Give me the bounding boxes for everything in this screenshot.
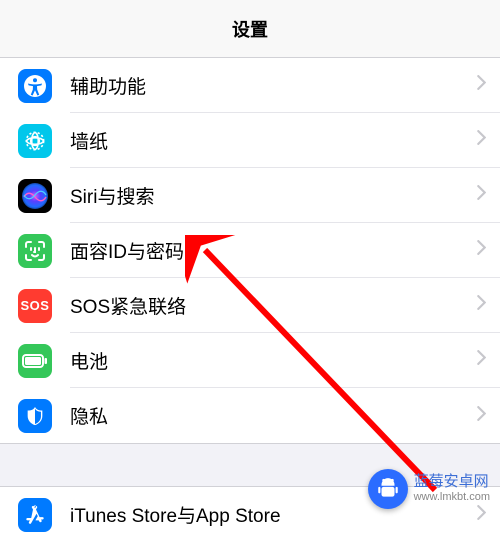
chevron-right-icon bbox=[477, 350, 486, 370]
watermark-url: www.lmkbt.com bbox=[414, 491, 490, 504]
row-label: 辅助功能 bbox=[70, 72, 477, 99]
wallpaper-icon bbox=[18, 124, 52, 158]
watermark-brand: 蓝莓安卓网 bbox=[414, 473, 490, 491]
row-label: 墙纸 bbox=[70, 127, 477, 154]
chevron-right-icon bbox=[477, 295, 486, 315]
row-accessibility[interactable]: 辅助功能 bbox=[0, 58, 500, 113]
row-privacy[interactable]: 隐私 bbox=[0, 388, 500, 443]
sos-icon: SOS bbox=[18, 289, 52, 323]
row-siri[interactable]: Siri与搜索 bbox=[0, 168, 500, 223]
page-title: 设置 bbox=[232, 16, 268, 42]
siri-icon bbox=[18, 179, 52, 213]
row-label: SOS紧急联络 bbox=[70, 292, 477, 319]
row-wallpaper[interactable]: 墙纸 bbox=[0, 113, 500, 168]
appstore-icon bbox=[18, 498, 52, 532]
watermark: 蓝莓安卓网 www.lmkbt.com bbox=[368, 469, 490, 509]
chevron-right-icon bbox=[477, 75, 486, 95]
watermark-logo-icon bbox=[368, 469, 408, 509]
row-label: 电池 bbox=[70, 347, 477, 374]
settings-list-1: 辅助功能 墙纸 Siri与搜索 面容ID与密码 SOS bbox=[0, 58, 500, 443]
privacy-icon bbox=[18, 399, 52, 433]
chevron-right-icon bbox=[477, 406, 486, 426]
header: 设置 bbox=[0, 0, 500, 58]
accessibility-icon bbox=[18, 69, 52, 103]
faceid-icon bbox=[18, 234, 52, 268]
row-label: Siri与搜索 bbox=[70, 182, 477, 209]
row-label: 面容ID与密码 bbox=[70, 237, 477, 264]
battery-icon bbox=[18, 344, 52, 378]
chevron-right-icon bbox=[477, 185, 486, 205]
chevron-right-icon bbox=[477, 240, 486, 260]
row-faceid[interactable]: 面容ID与密码 bbox=[0, 223, 500, 278]
row-label: 隐私 bbox=[70, 402, 477, 429]
row-sos[interactable]: SOS SOS紧急联络 bbox=[0, 278, 500, 333]
row-battery[interactable]: 电池 bbox=[0, 333, 500, 388]
chevron-right-icon bbox=[477, 130, 486, 150]
